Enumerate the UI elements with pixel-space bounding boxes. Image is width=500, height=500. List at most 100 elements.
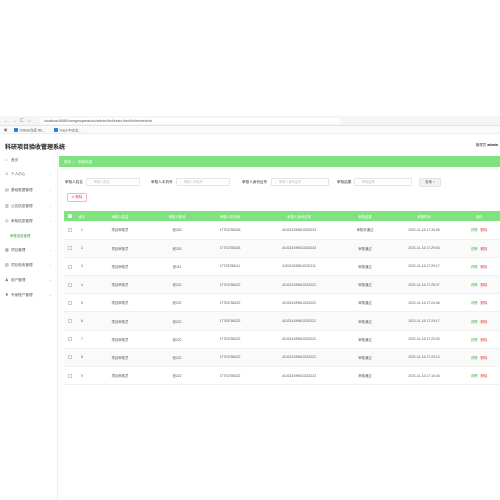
chevron-down-icon: ⌄ — [48, 171, 52, 176]
row-delete-button[interactable]: 删除 — [481, 247, 488, 251]
cell-name: 项目审核员 — [88, 275, 152, 295]
cell-name: 项目审核员 — [88, 330, 152, 349]
sidebar-item-expert[interactable]: ♜ 专家账户管理 ⌄ — [0, 289, 58, 301]
row-delete-button[interactable]: 删除 — [481, 228, 488, 232]
sidebar-item-acceptance[interactable]: ▧ 项目验收管理 ⌄ — [0, 259, 58, 271]
column-header: 操作 — [458, 211, 500, 221]
chevron-down-icon: ⌄ — [48, 187, 52, 192]
chevron-down-icon: ⌄ — [48, 277, 52, 282]
address-bar[interactable]: localhost:8080/xiangmuyanshou/admin/dist… — [40, 118, 340, 124]
row-delete-button[interactable]: 删除 — [481, 265, 488, 269]
filter-result-input[interactable]: ⌕ 审核结果 — [354, 178, 412, 186]
cell-actions: 详情 删除 — [458, 330, 500, 349]
sidebar-item-label: 审核信息管理 — [11, 219, 33, 223]
bookmark-apps-icon[interactable]: ▦ — [4, 128, 7, 133]
detail-button[interactable]: 详情 — [471, 283, 478, 287]
cell-id-card: 410224199610232222 — [258, 311, 340, 331]
sidebar-item-home[interactable]: ⌂ 首页 — [0, 154, 58, 166]
cell-account: 张222 — [152, 366, 202, 386]
user-info[interactable]: 管理员 admin — [476, 143, 498, 148]
placeholder: 审核人姓名 — [93, 180, 110, 184]
row-checkbox[interactable] — [64, 330, 76, 349]
filter-phone-input[interactable]: ⌕ 审核人手机号 — [176, 178, 230, 186]
cell-actions: 详情 删除 — [458, 239, 500, 258]
column-header[interactable]: 审核人姓名 — [88, 211, 152, 221]
row-delete-button[interactable]: 删除 — [481, 356, 488, 360]
row-delete-button[interactable]: 删除 — [481, 301, 488, 305]
column-header[interactable]: 审核人手机号 — [202, 211, 258, 221]
filter-id-input[interactable]: ⌕ 审核人身份证号 — [271, 178, 329, 186]
cell-result: 审核通过 — [340, 366, 390, 386]
bookmark-item[interactable]: Vue3 中文文... — [54, 127, 81, 133]
row-checkbox[interactable] — [64, 221, 76, 240]
column-header[interactable]: 审核人账号 — [152, 211, 202, 221]
placeholder: 审核人手机号 — [183, 180, 203, 184]
cell-actions: 详情 删除 — [458, 275, 500, 295]
row-delete-button[interactable]: 删除 — [481, 320, 488, 324]
sidebar-subitem-audit-info[interactable]: 审核信息管理 — [0, 230, 58, 240]
user-role: 管理员 — [475, 142, 487, 147]
row-checkbox[interactable] — [64, 311, 76, 331]
cell-actions: 详情 删除 — [458, 293, 500, 313]
bookmark-label: GitHub仓库 RE... — [19, 128, 46, 132]
detail-button[interactable]: 详情 — [471, 356, 478, 360]
cell-name: 项目审核员 — [88, 366, 152, 386]
filter-name-input[interactable]: ⌕ 审核人姓名 — [86, 178, 140, 186]
delete-button[interactable]: ✕ 删除 — [67, 193, 87, 202]
sidebar-item-project[interactable]: ▦ 项目管理 ⌄ — [0, 244, 58, 256]
column-header[interactable]: 审核结果 — [340, 211, 390, 221]
sidebar-item-base-data[interactable]: ▤ 基础数据管理 ⌄ — [0, 184, 58, 196]
detail-button[interactable]: 详情 — [471, 301, 478, 305]
column-header[interactable]: 审核时间 — [390, 211, 458, 221]
detail-button[interactable]: 详情 — [471, 338, 478, 342]
sidebar-item-label: 公告信息管理 — [11, 204, 33, 208]
cell-account: 张222 — [152, 348, 202, 368]
table-row: 3 项目审核员 张111 17703786111 410224199610232111 审… — [64, 257, 500, 277]
detail-button[interactable]: 详情 — [471, 374, 478, 378]
chevron-down-icon: ⌄ — [48, 262, 52, 267]
row-checkbox[interactable] — [64, 366, 76, 386]
sidebar: ⌂ 首页 ♙ 个人中心 ⌄ ▤ 基础数据管理 ⌄ ▥ 公告信息管理 ⌄ ◎ 审核… — [0, 152, 58, 500]
breadcrumb-current: 审核信息 — [78, 159, 93, 164]
breadcrumb-home[interactable]: 首页 — [64, 160, 71, 165]
row-checkbox[interactable] — [64, 293, 76, 313]
filter-name-label: 审核人姓名 — [65, 180, 83, 184]
sidebar-item-label: 基础数据管理 — [11, 188, 33, 192]
detail-button[interactable]: 详情 — [471, 320, 478, 324]
reload-icon[interactable]: C — [20, 118, 24, 124]
cell-account: 张222 — [152, 311, 202, 331]
cell-time: 2021-11-16 17:20:12 — [390, 348, 458, 368]
row-checkbox[interactable] — [64, 257, 76, 277]
cell-account: 张222 — [152, 275, 202, 295]
detail-button[interactable]: 详情 — [471, 228, 478, 232]
sidebar-item-users[interactable]: ♟ 用户管理 ⌄ — [0, 274, 58, 286]
search-button[interactable]: 查询 ⌕ — [419, 178, 441, 187]
home-icon: ⌂ — [5, 157, 8, 162]
bookmark-item[interactable]: GitHub仓库 RE... — [14, 127, 46, 133]
row-checkbox[interactable] — [64, 348, 76, 368]
sidebar-item-audit[interactable]: ◎ 审核信息管理 ⌄ — [0, 215, 58, 227]
cell-index: 8 — [76, 348, 88, 368]
table-row: 6 项目审核员 张222 17703786222 410224199610232222 审… — [64, 311, 500, 331]
cell-index: 3 — [76, 257, 88, 277]
filter-result-label: 审核结果 — [337, 180, 352, 184]
row-delete-button[interactable]: 删除 — [481, 374, 488, 378]
row-checkbox[interactable] — [64, 239, 76, 258]
column-header[interactable]: 审核人身份证号 — [258, 211, 340, 221]
cell-name: 项目审核员 — [88, 221, 152, 240]
select-all-checkbox[interactable] — [64, 211, 76, 221]
cell-result: 审核通过 — [340, 239, 390, 258]
notice-icon: ▥ — [5, 203, 9, 208]
row-delete-button[interactable]: 删除 — [481, 283, 488, 287]
sidebar-item-personal-center[interactable]: ♙ 个人中心 ⌄ — [0, 168, 58, 180]
sidebar-item-notice[interactable]: ▥ 公告信息管理 ⌄ — [0, 200, 58, 212]
detail-button[interactable]: 详情 — [471, 265, 478, 269]
row-checkbox[interactable] — [64, 275, 76, 295]
detail-button[interactable]: 详情 — [471, 247, 478, 251]
row-delete-button[interactable]: 删除 — [481, 338, 488, 342]
breadcrumb-separator: / — [73, 159, 74, 164]
back-icon[interactable]: ← — [4, 118, 9, 124]
forward-icon[interactable]: → — [12, 118, 17, 124]
home-browser-icon[interactable]: ⌂ — [28, 118, 31, 124]
chevron-down-icon: ⌄ — [48, 247, 52, 252]
